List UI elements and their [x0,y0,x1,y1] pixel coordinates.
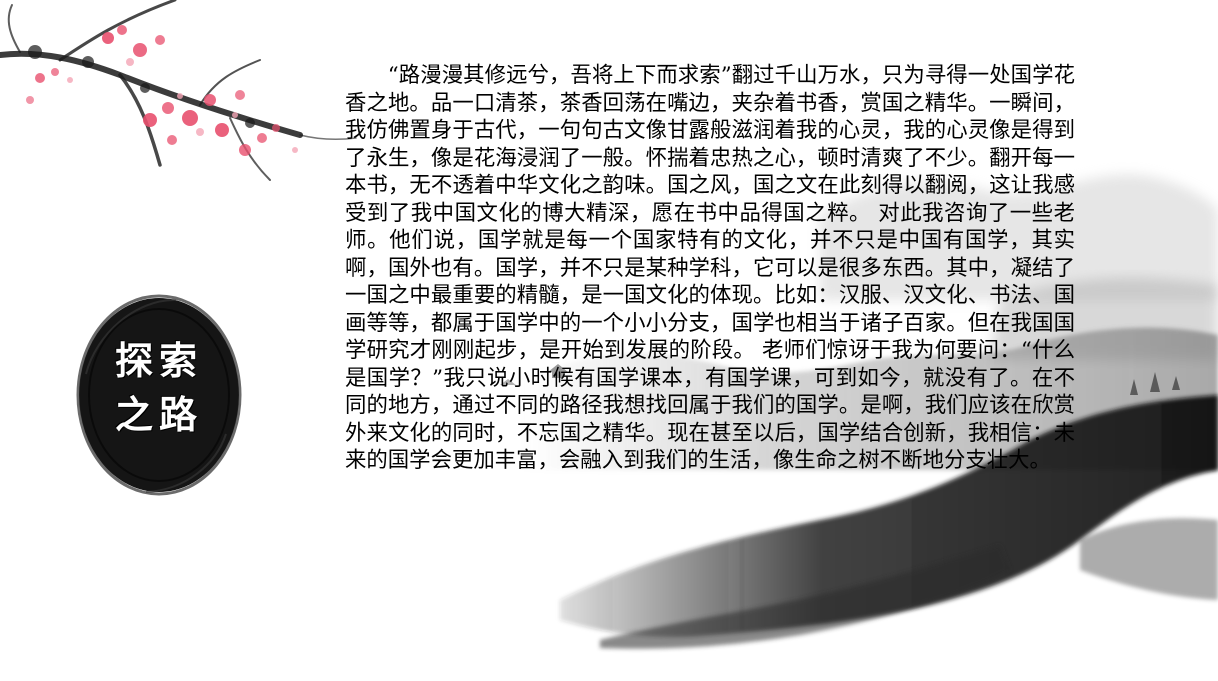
article-body: “路漫漫其修远兮，吾将上下而求索”翻过千山万水，只为寻得一处国学花香之地。品一口… [345,63,1075,473]
slide: 探索之路 “路漫漫其修远兮，吾将上下而求索”翻过千山万水，只为寻得一处国学花香之… [0,0,1218,681]
plum-blossom-branch-illustration [0,0,357,181]
section-badge: 探索之路 [76,294,242,496]
badge-title: 探索之路 [114,339,203,437]
